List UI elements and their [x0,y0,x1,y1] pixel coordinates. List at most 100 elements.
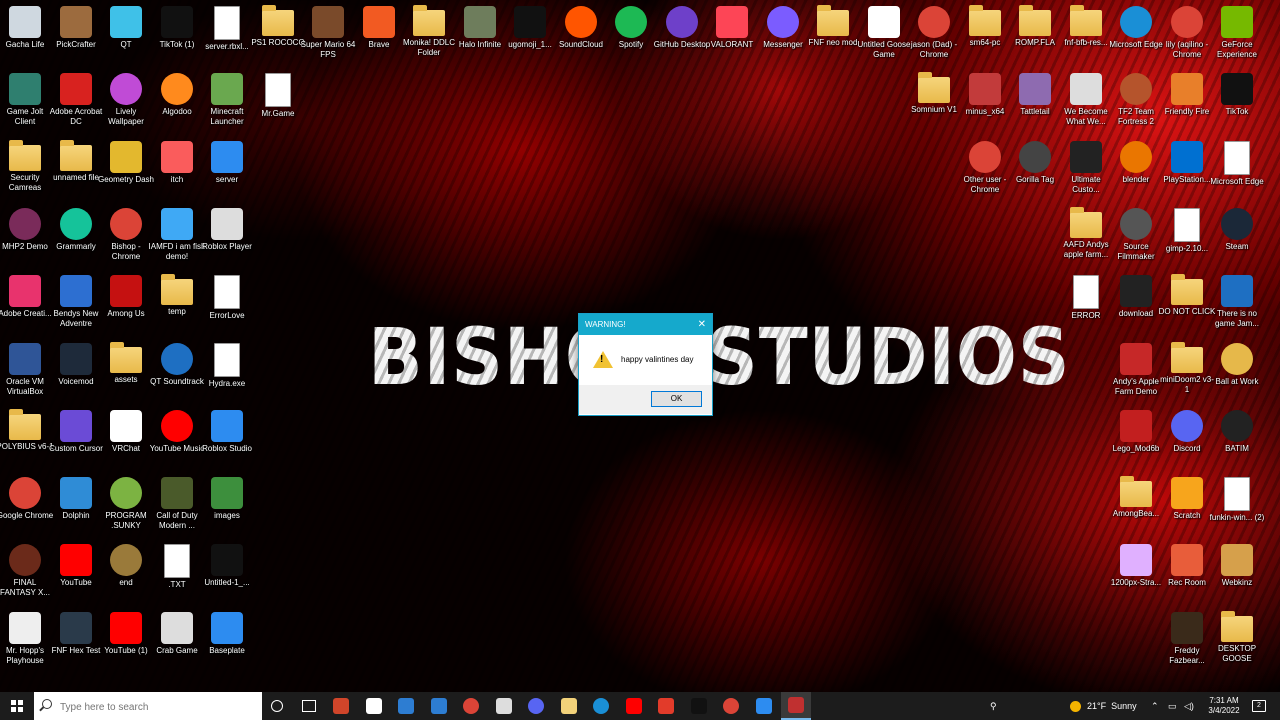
search-box[interactable] [34,692,262,720]
desktop-icon[interactable]: assets [97,339,155,405]
desktop-icon[interactable]: Mr.Game [249,69,307,135]
taskbar-app-button[interactable] [586,692,616,720]
search-input[interactable] [58,698,257,716]
desktop-icon[interactable]: AmongBea... [1107,473,1165,539]
clock-date: 3/4/2022 [1208,706,1240,715]
desktop-icon[interactable]: Roblox Studio [198,406,256,472]
desktop-icon[interactable]: server.rbxl... [198,2,256,68]
task-view-button[interactable] [294,692,324,720]
dialog-titlebar[interactable]: WARNING! ✕ [579,314,712,335]
desktop-icon[interactable]: Minecraft Launcher [198,69,256,135]
desktop-icon[interactable]: ugomoji_1... [501,2,559,68]
desktop-icon[interactable]: Webkinz [1208,540,1266,606]
ok-button[interactable]: OK [651,391,702,407]
desktop-icon[interactable]: Mr. Hopp's Playhouse [0,608,54,674]
taskbar-app-button[interactable] [619,692,649,720]
clock[interactable]: 7:31 AM 3/4/2022 [1204,692,1244,720]
tray-chevron[interactable]: ⌃ [1151,692,1159,720]
desktop-icon[interactable]: funkin-win... (2) [1208,473,1266,539]
desktop-icon[interactable]: ROMP.FLA [1006,2,1064,68]
desktop-icon-label: MHP2 Demo [2,242,48,251]
desktop-icon[interactable]: YouTube (1) [97,608,155,674]
desktop-icon[interactable]: Spotify [602,2,660,68]
desktop-icon[interactable]: TikTok [1208,69,1266,135]
desktop-icon[interactable]: Hydra.exe [198,339,256,405]
desktop-icon[interactable]: ErrorLove [198,271,256,337]
desktop-icon[interactable]: Among Us [97,271,155,337]
taskbar-app-button[interactable] [391,692,421,720]
desktop-icon[interactable]: Google Chrome [0,473,54,539]
desktop-icon[interactable]: images [198,473,256,539]
taskbar-app-button[interactable] [716,692,746,720]
desktop-icon[interactable]: There is no game Jam... [1208,271,1266,337]
weather-widget[interactable]: 21°F Sunny [1070,692,1137,720]
desktop-icon[interactable]: TF2 Team Fortress 2 [1107,69,1165,135]
desktop-icon[interactable]: Geometry Dash [97,137,155,203]
desktop-icon[interactable]: jason (Dad) - Chrome [905,2,963,68]
desktop-icon-label: Super Mario 64 FPS [300,40,356,59]
people-button[interactable]: ⚲ [990,692,997,720]
start-button[interactable] [0,692,34,720]
notification-button[interactable]: 2 [1252,692,1266,720]
taskbar-app-button[interactable] [651,692,681,720]
desktop-icon[interactable]: MHP2 Demo [0,204,54,270]
desktop-icon[interactable]: Ball at Work [1208,339,1266,405]
desktop-icon[interactable]: Oracle VM VirtualBox [0,339,54,405]
taskbar-app-button[interactable] [326,692,356,720]
desktop-icon[interactable]: QT [97,2,155,68]
desktop-icon[interactable]: FNF neo mod [804,2,862,68]
desktop-icon[interactable]: Bishop - Chrome [97,204,155,270]
windows-icon [11,700,23,712]
desktop-icon[interactable]: Monika! DDLC Folder [400,2,458,68]
desktop-icon[interactable]: blender [1107,137,1165,203]
lively-icon [110,73,142,105]
desktop-icon[interactable]: Tattletail [1006,69,1064,135]
desktop-icon[interactable]: Source Filmmaker [1107,204,1165,270]
soundcloud-icon [565,6,597,38]
desktop-icon[interactable]: Baseplate [198,608,256,674]
desktop-icon[interactable]: Lego_Mod6b [1107,406,1165,472]
taskbar-app-button[interactable] [554,692,584,720]
desktop-icon[interactable]: Game Jolt Client [0,69,54,135]
taskbar-app-button[interactable] [684,692,714,720]
desktop-icon[interactable]: VRChat [97,406,155,472]
creative-cloud-icon [9,275,41,307]
desktop-icon[interactable]: GeForce Experience [1208,2,1266,68]
volume-button[interactable]: ◁) [1184,692,1194,720]
taskbar-app-button[interactable] [359,692,389,720]
desktop-icon[interactable]: download [1107,271,1165,337]
desktop-icon[interactable]: end [97,540,155,606]
desktop-icon[interactable]: FINAL FANTASY X... [0,540,54,606]
desktop-icon[interactable]: POLYBIUS v6-1 [0,406,54,472]
taskbar-app-button[interactable] [749,692,779,720]
desktop-icon[interactable]: Untitled-1_... [198,540,256,606]
desktop-icon[interactable]: Adobe Creati... [0,271,54,337]
desktop-icon[interactable]: 1200px-Stra... [1107,540,1165,606]
taskbar-app-button[interactable] [456,692,486,720]
desktop-icon[interactable]: Gacha Life [0,2,54,68]
desktop-icon[interactable]: BATIM [1208,406,1266,472]
desktop-icon[interactable]: Super Mario 64 FPS [299,2,357,68]
desktop-icon[interactable]: PROGRAM .SUNKY [97,473,155,539]
desktop-icon[interactable]: Security Camreas [0,137,54,203]
desktop-icon[interactable]: Roblox Player [198,204,256,270]
image-icon [1120,275,1152,307]
desktop-icon[interactable]: Steam [1208,204,1266,270]
close-icon[interactable]: ✕ [698,314,706,335]
desktop-icon[interactable]: Andy's Apple Farm Demo [1107,339,1165,405]
taskbar-app-button[interactable] [521,692,551,720]
desktop-icon[interactable]: DESKTOP GOOSE [1208,608,1266,674]
desktop-icon[interactable]: Microsoft Edge [1208,137,1266,203]
taskbar-app-button[interactable] [489,692,519,720]
taskbar-app-button[interactable] [781,692,811,720]
cortana-button[interactable] [262,692,292,720]
desktop-icon[interactable]: server [198,137,256,203]
desktop-icon[interactable]: Somnium V1 [905,69,963,135]
network-button[interactable]: ▭ [1168,692,1177,720]
desktop-icon[interactable]: Microsoft Edge [1107,2,1165,68]
desktop-icon[interactable]: VALORANT [703,2,761,68]
taskbar-app-button[interactable] [424,692,454,720]
desktop-icon[interactable]: Lively Wallpaper [97,69,155,135]
lego-icon [1120,410,1152,442]
desktop-icon[interactable]: Gorilla Tag [1006,137,1064,203]
